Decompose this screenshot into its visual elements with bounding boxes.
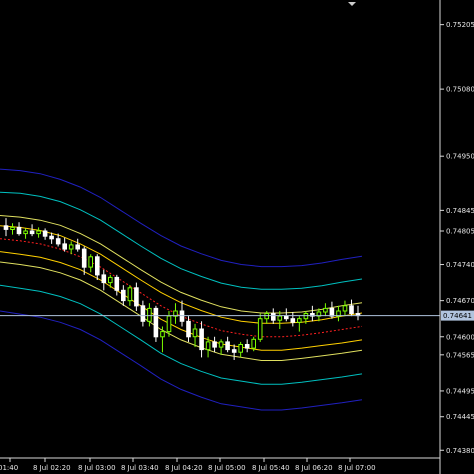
candle-body bbox=[244, 344, 250, 349]
x-tick-label: 8 Jul 02:20 bbox=[33, 464, 71, 472]
candle-body bbox=[225, 341, 230, 351]
candle-body bbox=[153, 307, 159, 338]
candle-body bbox=[88, 256, 94, 268]
y-tick-label: 0.74670 bbox=[446, 297, 474, 305]
candle-body bbox=[290, 318, 296, 323]
band-lower-4 bbox=[0, 310, 363, 411]
candle-body bbox=[271, 313, 276, 321]
candle-body bbox=[62, 243, 68, 250]
y-tick-label: 0.74845 bbox=[446, 207, 474, 215]
y-tick-label: 0.75205 bbox=[446, 21, 474, 29]
candle-body bbox=[23, 230, 28, 235]
candle-body bbox=[212, 341, 217, 348]
candle-body bbox=[121, 289, 126, 302]
band-upper-2 bbox=[0, 215, 363, 314]
y-tick-label: 0.74950 bbox=[446, 153, 474, 161]
x-tick-label: 01:40 bbox=[0, 464, 18, 472]
candle-body bbox=[342, 305, 348, 312]
candle-body bbox=[49, 235, 54, 240]
y-tick-label: 0.74805 bbox=[446, 228, 474, 236]
current-price-label: 0.74641 bbox=[443, 312, 472, 320]
candle-body bbox=[231, 349, 237, 353]
candle-body bbox=[277, 315, 283, 321]
candle-body bbox=[29, 230, 35, 235]
candle-body bbox=[36, 230, 41, 235]
band-upper-4 bbox=[0, 168, 363, 268]
y-tick-label: 0.75080 bbox=[446, 86, 474, 94]
candle-body bbox=[42, 230, 48, 237]
candle-body bbox=[199, 328, 204, 351]
candle-body bbox=[297, 318, 302, 323]
candle-body bbox=[160, 331, 165, 338]
candle-body bbox=[10, 226, 15, 230]
y-tick-label: 0.74445 bbox=[446, 413, 474, 421]
candle-body bbox=[55, 238, 61, 245]
y-tick-label: 0.74740 bbox=[446, 261, 474, 269]
candle-body bbox=[166, 315, 172, 333]
candle-body bbox=[192, 328, 198, 338]
candle-body bbox=[95, 256, 100, 276]
candle-body bbox=[186, 320, 191, 338]
x-tick-label: 8 Jul 05:40 bbox=[252, 464, 290, 472]
x-tick-label: 8 Jul 05:00 bbox=[208, 464, 246, 472]
price-chart[interactable]: 0.75205 0.75080 0.74950 0.74845 0.74805 0.747… bbox=[0, 0, 474, 474]
y-tick-label: 0.74565 bbox=[446, 351, 474, 359]
candle-body bbox=[238, 344, 243, 353]
x-tick-label: 8 Jul 03:00 bbox=[78, 464, 116, 472]
candle-body bbox=[101, 274, 107, 284]
candle-body bbox=[329, 307, 335, 317]
candle-body bbox=[179, 310, 185, 322]
candle-body bbox=[114, 276, 120, 291]
candle-body bbox=[75, 244, 81, 250]
candle-body bbox=[108, 276, 113, 284]
band-lower-1 bbox=[0, 251, 363, 351]
x-tick-label: 8 Jul 03:40 bbox=[121, 464, 159, 472]
candle-body bbox=[134, 287, 139, 307]
y-tick-label: 0.74380 bbox=[446, 447, 474, 455]
candle-body bbox=[68, 244, 74, 250]
candle-body bbox=[218, 341, 224, 348]
x-tick-label: 8 Jul 07:00 bbox=[338, 464, 376, 472]
candle-body bbox=[81, 248, 87, 268]
shift-marker-icon bbox=[348, 2, 356, 6]
candle-body bbox=[140, 305, 146, 322]
band-upper-3 bbox=[0, 191, 363, 290]
candle-body bbox=[16, 226, 22, 235]
candle-body bbox=[3, 225, 9, 230]
y-tick-label: 0.74495 bbox=[446, 387, 474, 395]
y-tick-label: 0.74600 bbox=[446, 333, 474, 341]
candle-body bbox=[257, 318, 263, 340]
candle-body bbox=[251, 338, 256, 349]
candle-body bbox=[127, 287, 133, 302]
candle-body bbox=[147, 307, 152, 322]
x-tick-label: 8 Jul 06:20 bbox=[295, 464, 333, 472]
band-upper-1 bbox=[0, 225, 363, 324]
candle-body bbox=[205, 341, 211, 351]
candle-body bbox=[323, 307, 328, 313]
candle-body bbox=[284, 315, 289, 320]
x-tick-label: 8 Jul 04:20 bbox=[165, 464, 203, 472]
candle-body bbox=[349, 305, 354, 314]
chart-canvas[interactable]: 0.75205 0.75080 0.74950 0.74845 0.74805 0.747… bbox=[0, 0, 474, 474]
